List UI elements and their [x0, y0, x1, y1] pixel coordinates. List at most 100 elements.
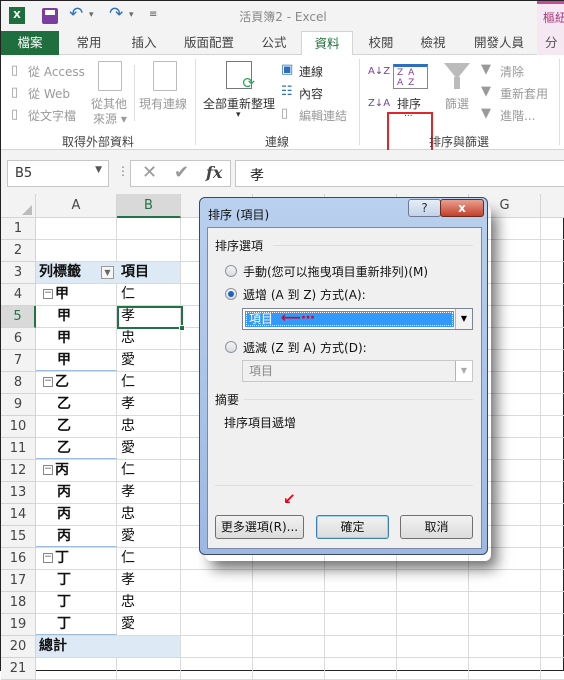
cell-a10[interactable]: 乙 — [36, 416, 117, 437]
collapse-icon[interactable]: − — [43, 377, 53, 387]
row-header[interactable]: 11 — [1, 438, 36, 460]
cell-a21[interactable] — [36, 658, 117, 679]
cell-b17[interactable]: 孝 — [117, 570, 181, 591]
cell[interactable] — [325, 592, 397, 613]
active-cell-b5[interactable] — [117, 306, 183, 329]
cell[interactable] — [541, 614, 564, 635]
cell-b16[interactable]: 仁 — [117, 548, 181, 569]
cell[interactable] — [541, 262, 564, 283]
sort-z-to-a-button[interactable]: Z↓A — [368, 99, 390, 109]
row-header[interactable]: 8 — [1, 372, 36, 394]
cell-a9[interactable]: 乙 — [36, 394, 117, 415]
row-header[interactable]: 6 — [1, 328, 36, 350]
cell-b7[interactable]: 愛 — [117, 350, 181, 371]
collapse-icon[interactable]: − — [43, 553, 53, 563]
fill-handle[interactable] — [179, 325, 185, 331]
tab-file[interactable]: 檔案 — [1, 31, 59, 55]
cell-b12[interactable]: 仁 — [117, 460, 181, 481]
row-header[interactable]: 14 — [1, 504, 36, 526]
tab-review[interactable]: 校閱 — [356, 31, 406, 55]
cell-b14[interactable]: 忠 — [117, 504, 181, 525]
cell[interactable] — [181, 614, 253, 635]
cell[interactable] — [541, 306, 564, 327]
manual-label[interactable]: 手動(您可以拖曳項目重新排列)(M) — [243, 263, 428, 280]
cell[interactable] — [325, 570, 397, 591]
cell-b6[interactable]: 忠 — [117, 328, 181, 349]
tab-developer[interactable]: 開發人員 — [463, 31, 535, 55]
advanced-button[interactable]: 進階... — [500, 107, 535, 124]
cell[interactable] — [541, 636, 564, 657]
cell[interactable] — [541, 526, 564, 547]
from-text-button[interactable]: 從文字檔 — [28, 107, 76, 124]
cell[interactable] — [325, 636, 397, 657]
cell[interactable] — [541, 460, 564, 481]
row-header[interactable]: 18 — [1, 592, 36, 614]
tab-home[interactable]: 常用 — [64, 31, 114, 55]
cell[interactable] — [397, 658, 469, 679]
existing-connections-button[interactable]: 現有連線 — [139, 95, 187, 112]
descending-label[interactable]: 遞減 (Z 到 A) 方式(D): — [243, 339, 367, 356]
collapse-icon[interactable]: − — [43, 289, 53, 299]
tab-formulas[interactable]: 公式 — [249, 31, 299, 55]
cell[interactable] — [541, 284, 564, 305]
row-header[interactable]: 12 — [1, 460, 36, 482]
column-header-h[interactable] — [541, 194, 564, 218]
cell-b10[interactable]: 忠 — [117, 416, 181, 437]
cell-b8[interactable]: 仁 — [117, 372, 181, 393]
cell[interactable] — [181, 570, 253, 591]
refresh-all-dropdown-icon[interactable]: ▾ — [236, 110, 241, 120]
row-header[interactable]: 4 — [1, 284, 36, 306]
from-access-button[interactable]: 從 Access — [28, 63, 85, 80]
filter-dropdown-icon[interactable]: ▼ — [101, 266, 114, 279]
close-button[interactable]: x — [440, 199, 484, 217]
formula-input[interactable]: 孝 — [235, 160, 564, 187]
cell-a5[interactable]: 甲 — [36, 306, 117, 327]
cell-a17[interactable]: 丁 — [36, 570, 117, 591]
cell-a4[interactable]: − 甲 — [36, 284, 117, 305]
cell-b15[interactable]: 愛 — [117, 526, 181, 547]
cell-a2[interactable] — [36, 240, 117, 261]
cell[interactable] — [397, 570, 469, 591]
row-header[interactable]: 20 — [1, 636, 36, 658]
cell[interactable] — [181, 658, 253, 679]
cell[interactable] — [541, 350, 564, 371]
from-web-button[interactable]: 從 Web — [28, 85, 70, 102]
row-header[interactable]: 1 — [1, 218, 36, 240]
ascending-dropdown-icon[interactable]: ▼ — [455, 309, 472, 329]
name-box[interactable]: B5 ▼ — [7, 160, 109, 187]
row-header[interactable]: 9 — [1, 394, 36, 416]
cell[interactable] — [181, 636, 253, 657]
cell[interactable] — [541, 218, 564, 239]
cell-b3[interactable]: 項目 — [117, 262, 181, 283]
cell-a7[interactable]: 甲 — [36, 350, 117, 371]
cell-a15[interactable]: 丙 — [36, 526, 117, 547]
cell[interactable] — [397, 636, 469, 657]
cell-a1[interactable] — [36, 218, 117, 239]
cell[interactable] — [469, 570, 541, 591]
ascending-radio[interactable] — [225, 288, 237, 300]
cell-b21[interactable] — [117, 658, 181, 679]
cell-a6[interactable]: 甲 — [36, 328, 117, 349]
row-header[interactable]: 7 — [1, 350, 36, 372]
name-box-dropdown-icon[interactable]: ▼ — [95, 165, 102, 175]
enter-entry-icon[interactable]: ✔ — [174, 162, 189, 183]
other-sources-button-line2[interactable]: 來源 ▾ — [93, 110, 127, 127]
cell-b1[interactable] — [117, 218, 181, 239]
ascending-label[interactable]: 遞增 (A 到 Z) 方式(A): — [243, 286, 366, 303]
cell[interactable] — [541, 416, 564, 437]
tab-data[interactable]: 資料 — [301, 31, 353, 56]
connections-button[interactable]: 連線 — [299, 63, 323, 80]
cell-a12[interactable]: − 丙 — [36, 460, 117, 481]
row-header[interactable]: 15 — [1, 526, 36, 548]
sort-a-to-z-button[interactable]: A↓Z — [368, 67, 390, 77]
cell-a14[interactable]: 丙 — [36, 504, 117, 525]
cell[interactable] — [181, 592, 253, 613]
cell-b18[interactable]: 忠 — [117, 592, 181, 613]
tab-analyze[interactable]: 分析 — [537, 31, 564, 55]
row-header[interactable]: 17 — [1, 570, 36, 592]
cell[interactable] — [469, 658, 541, 679]
row-header[interactable]: 19 — [1, 614, 36, 636]
cell-a19[interactable]: 丁 — [36, 614, 117, 635]
cell-b2[interactable] — [117, 240, 181, 261]
cell[interactable] — [325, 658, 397, 679]
